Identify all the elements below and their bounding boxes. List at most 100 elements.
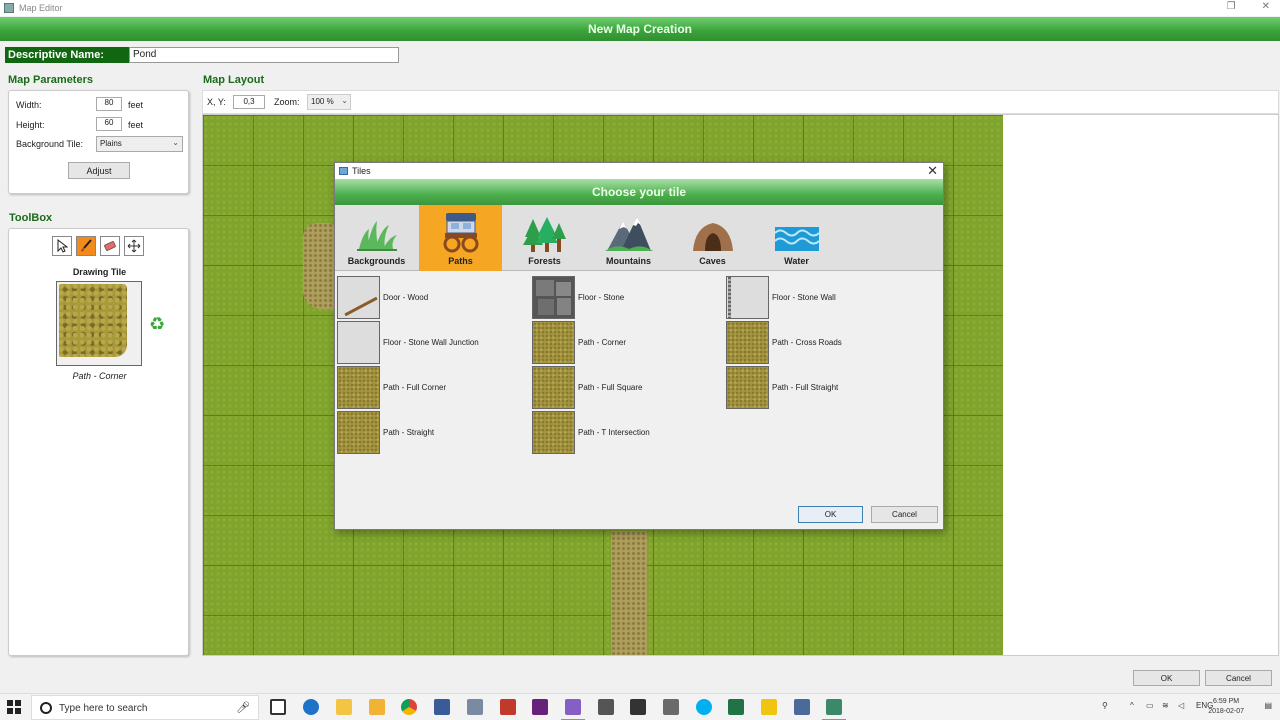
tools-icon[interactable] [598, 699, 614, 715]
tile-item[interactable]: Floor - Stone [532, 275, 624, 319]
tile-list: Door - Wood Floor - Stone Floor - Stone … [336, 273, 942, 498]
close-window-icon[interactable]: ✕ [1262, 1, 1270, 12]
people-icon[interactable]: ⚲ [1102, 701, 1108, 710]
xy-label: X, Y: [207, 97, 226, 107]
tile-item[interactable]: Path - Cross Roads [726, 320, 842, 364]
dialog-ok-button[interactable]: OK [798, 506, 863, 523]
dialog-cancel-button[interactable]: Cancel [871, 506, 938, 523]
rotate-icon[interactable]: ♻ [149, 314, 165, 335]
store-icon[interactable] [369, 699, 385, 715]
tile-thumbnail [337, 365, 380, 409]
volume-icon[interactable]: ◁ [1178, 701, 1184, 710]
tab-paths[interactable]: Paths [419, 205, 502, 271]
star-app-icon[interactable] [761, 699, 777, 715]
edge-icon[interactable] [303, 699, 319, 715]
background-tile-select[interactable]: Plains ⌄ [96, 136, 183, 152]
wifi-icon[interactable]: ≋ [1162, 701, 1169, 710]
tab-label: Forests [528, 256, 561, 266]
tile-name: Path - Full Corner [383, 382, 447, 392]
tile-item[interactable]: Floor - Stone Wall Junction [337, 320, 479, 364]
move-tool[interactable] [124, 236, 144, 256]
tab-forests[interactable]: Forests [503, 205, 586, 271]
app-icon[interactable] [500, 699, 516, 715]
app-icon[interactable] [794, 699, 810, 715]
width-input[interactable]: 80 [96, 97, 122, 111]
pointer-tool[interactable] [52, 236, 72, 256]
database-icon[interactable] [663, 699, 679, 715]
eraser-tool[interactable] [100, 236, 120, 256]
chrome-icon[interactable] [401, 699, 417, 715]
map-layout-toolbar: X, Y: 0,3 Zoom: 100 % ⌄ [202, 90, 1279, 114]
tiles-dialog: Tiles ✕ Choose your tile Backgrounds Pat… [334, 162, 944, 530]
tile-category-tabs: Backgrounds Paths Forests Mountains Cave… [335, 205, 943, 271]
zoom-select[interactable]: 100 % ⌄ [307, 94, 351, 110]
chevron-up-icon[interactable]: ^ [1130, 701, 1134, 710]
tab-mountains[interactable]: Mountains [587, 205, 670, 271]
zoom-label: Zoom: [274, 97, 300, 107]
tile-item[interactable]: Floor - Stone Wall [726, 275, 836, 319]
trees-icon [522, 217, 566, 252]
xy-input[interactable]: 0,3 [233, 95, 265, 109]
excel-icon[interactable] [728, 699, 744, 715]
map-parameters-panel: Width: 80 feet Height: 60 feet Backgroun… [8, 90, 189, 194]
tab-label: Caves [699, 256, 726, 266]
height-input[interactable]: 60 [96, 117, 122, 131]
visual-studio-icon[interactable] [532, 699, 548, 715]
tile-name: Floor - Stone [578, 292, 625, 302]
tab-water[interactable]: Water [755, 205, 838, 271]
network-icon[interactable]: ▭ [1146, 701, 1154, 710]
map-path-tile [303, 223, 335, 309]
microphone-icon[interactable]: 🎤︎ [236, 701, 250, 714]
taskbar-search[interactable]: Type here to search 🎤︎ [31, 695, 259, 720]
brush-tool[interactable] [76, 236, 96, 256]
tab-caves[interactable]: Caves [671, 205, 754, 271]
map-editor-taskbar-icon[interactable] [822, 699, 846, 720]
windows-start-icon[interactable] [7, 700, 21, 714]
restore-icon[interactable]: ❐ [1227, 1, 1236, 12]
width-unit: feet [128, 100, 144, 110]
ok-button[interactable]: OK [1133, 670, 1200, 686]
tile-name: Path - Full Square [578, 382, 643, 392]
window-controls: ❐ ✕ [1227, 1, 1270, 12]
mail-icon[interactable] [630, 699, 646, 715]
clock-time: 6:59 PM [1213, 698, 1240, 705]
tile-item[interactable]: Path - Corner [532, 320, 626, 364]
clock[interactable]: 6:59 PM 2018-02-07 [1208, 697, 1244, 717]
tile-name: Floor - Stone Wall [772, 292, 836, 302]
tile-name: Door - Wood [383, 292, 429, 302]
page-header: New Map Creation [0, 17, 1280, 41]
tile-item[interactable]: Path - Straight [337, 410, 434, 454]
tile-thumbnail [532, 320, 575, 364]
taskbar: Type here to search 🎤︎ ⚲ ^ ▭ ≋ ◁ ENG 6:5… [0, 693, 1280, 720]
clock-date: 2018-02-07 [1208, 708, 1244, 715]
tile-item[interactable]: Door - Wood [337, 275, 428, 319]
chevron-down-icon: ⌄ [172, 138, 179, 147]
dialog-icon [339, 167, 348, 175]
page-title: New Map Creation [587, 22, 692, 36]
tile-item[interactable]: Path - Full Square [532, 365, 642, 409]
tab-backgrounds[interactable]: Backgrounds [335, 205, 418, 271]
move-icon [127, 239, 141, 253]
task-view-icon[interactable] [270, 699, 286, 715]
system-tray: ⚲ ^ ▭ ≋ ◁ ENG 6:59 PM 2018-02-07 ▤ [1100, 694, 1280, 720]
map-layout-title: Map Layout [203, 74, 265, 86]
toolbox-title: ToolBox [9, 212, 53, 224]
tile-item[interactable]: Path - Full Corner [337, 365, 446, 409]
close-icon[interactable]: ✕ [927, 163, 938, 179]
file-explorer-icon[interactable] [336, 699, 352, 715]
descriptive-name-input[interactable]: Pond [129, 47, 399, 63]
notification-icon[interactable]: ▤ [1264, 701, 1272, 710]
tile-item[interactable]: Path - Full Straight [726, 365, 838, 409]
background-tile-label: Background Tile: [16, 139, 84, 149]
tile-item[interactable]: Path - T Intersection [532, 410, 650, 454]
dialog-heading: Choose your tile [591, 185, 686, 199]
visual-studio-icon[interactable] [561, 699, 585, 720]
app-icon[interactable] [434, 699, 450, 715]
search-icon [40, 702, 52, 714]
skype-icon[interactable] [696, 699, 712, 715]
app-icon[interactable] [467, 699, 483, 715]
cancel-button[interactable]: Cancel [1205, 670, 1272, 686]
adjust-button[interactable]: Adjust [68, 162, 130, 179]
eraser-icon [104, 241, 116, 251]
brush-icon [81, 239, 92, 252]
